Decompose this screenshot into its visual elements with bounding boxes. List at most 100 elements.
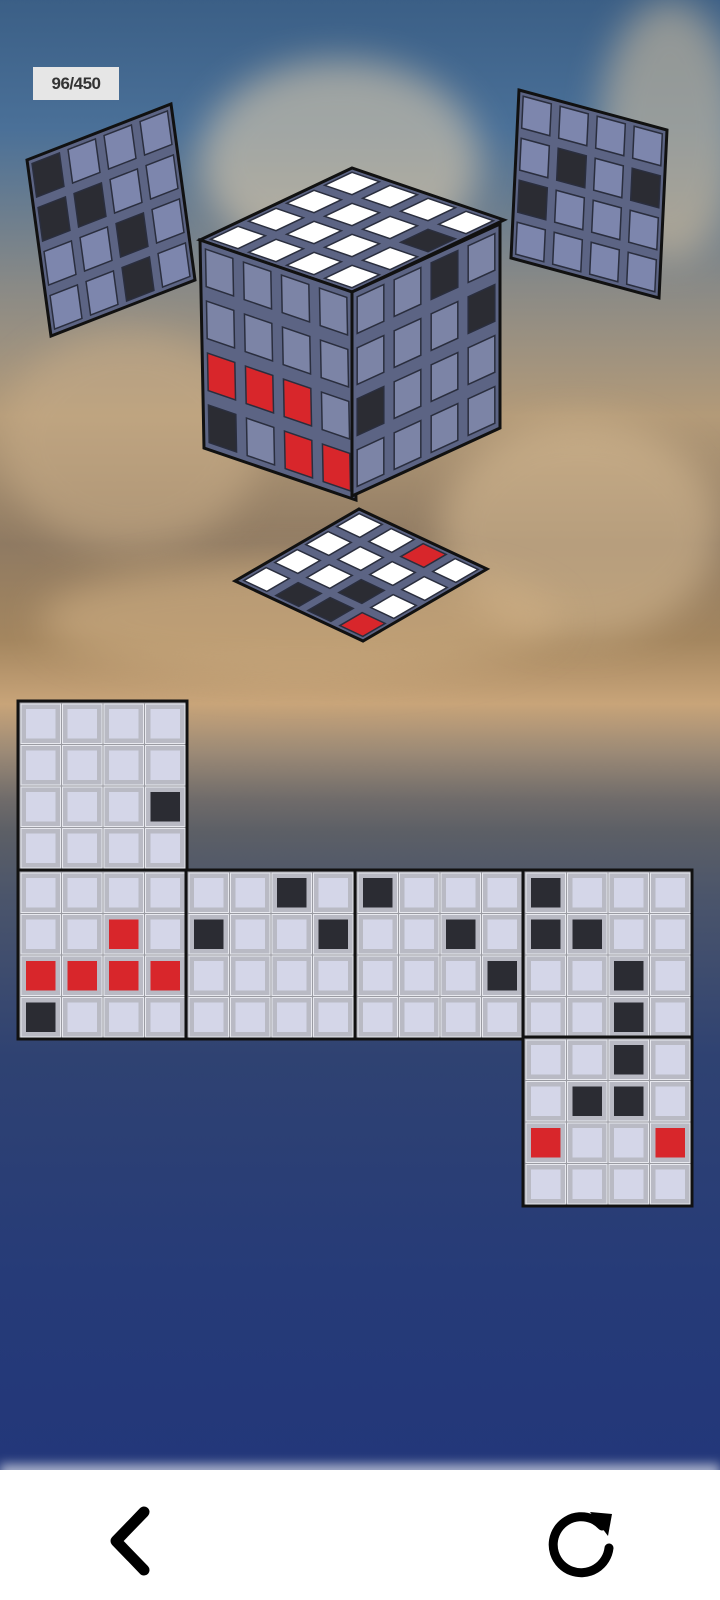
net-cell: [318, 919, 348, 949]
net-cell: [150, 792, 180, 822]
net-cell: [614, 1002, 644, 1032]
net-cell: [572, 878, 602, 908]
net-cell: [531, 1002, 561, 1032]
net-cell: [572, 919, 602, 949]
net-cell: [26, 750, 56, 780]
net-cell: [150, 750, 180, 780]
net-cell: [318, 878, 348, 908]
net-cell: [150, 709, 180, 739]
net-cell: [655, 1002, 685, 1032]
net-cell: [67, 709, 97, 739]
net-cell: [26, 709, 56, 739]
net-cell: [277, 1002, 307, 1032]
net-cell: [487, 1002, 517, 1032]
net-cell: [446, 919, 476, 949]
net-cell: [194, 878, 224, 908]
net-cell: [150, 1002, 180, 1032]
net-cell: [235, 961, 265, 991]
net-cell: [67, 750, 97, 780]
net-cell: [109, 792, 139, 822]
net-cell: [614, 919, 644, 949]
net-cell: [531, 1086, 561, 1116]
net-cell: [67, 961, 97, 991]
net-cell: [446, 878, 476, 908]
net-cell: [150, 919, 180, 949]
net-cell: [614, 878, 644, 908]
net-cell: [572, 1128, 602, 1158]
net-cell: [277, 919, 307, 949]
net-cell: [26, 1002, 56, 1032]
net-cell: [655, 1086, 685, 1116]
net-cell: [67, 919, 97, 949]
net-cell: [109, 961, 139, 991]
net-cell: [235, 1002, 265, 1032]
net-cell: [487, 961, 517, 991]
net-cell: [614, 1128, 644, 1158]
net-cell: [404, 961, 434, 991]
net-cell: [531, 1169, 561, 1199]
net-face-row-4: [521, 868, 694, 1041]
net-cell: [277, 878, 307, 908]
net-cell: [67, 792, 97, 822]
net-cell: [572, 961, 602, 991]
net-cell: [531, 878, 561, 908]
chevron-left-icon: [110, 1506, 150, 1576]
net-cell: [655, 1045, 685, 1075]
unfolded-cube-net: [16, 699, 694, 1208]
net-cell: [26, 792, 56, 822]
net-cell: [531, 1128, 561, 1158]
net-cell: [531, 1045, 561, 1075]
net-cell: [109, 1002, 139, 1032]
net-cell: [109, 750, 139, 780]
net-face-bottom: [521, 1035, 694, 1208]
net-cell: [235, 878, 265, 908]
net-cell: [572, 1169, 602, 1199]
net-cell: [194, 961, 224, 991]
net-cell: [614, 1169, 644, 1199]
net-cell: [404, 1002, 434, 1032]
net-face-row-2: [184, 868, 357, 1041]
net-cell: [446, 961, 476, 991]
net-cell: [655, 878, 685, 908]
net-cell: [572, 1045, 602, 1075]
net-cell: [26, 961, 56, 991]
restart-button[interactable]: [544, 1504, 620, 1580]
net-cell: [67, 833, 97, 863]
net-cell: [614, 1045, 644, 1075]
net-cell: [655, 1169, 685, 1199]
net-cell: [277, 961, 307, 991]
back-button[interactable]: [100, 1506, 160, 1576]
net-cell: [655, 961, 685, 991]
net-cell: [67, 1002, 97, 1032]
net-cell: [487, 919, 517, 949]
net-cell: [109, 709, 139, 739]
net-cell: [655, 919, 685, 949]
net-cell: [109, 919, 139, 949]
net-cell: [614, 1086, 644, 1116]
net-cell: [404, 919, 434, 949]
net-face-row-1: [16, 868, 189, 1041]
net-cell: [109, 833, 139, 863]
net-cell: [150, 878, 180, 908]
net-cell: [235, 919, 265, 949]
net-face-row-3: [353, 868, 526, 1041]
restart-icon: [548, 1512, 614, 1578]
net-cell: [531, 961, 561, 991]
net-cell: [67, 878, 97, 908]
net-cell: [363, 878, 393, 908]
net-cell: [614, 961, 644, 991]
net-cell: [26, 878, 56, 908]
net-cell: [150, 961, 180, 991]
net-cell: [363, 1002, 393, 1032]
net-cell: [26, 833, 56, 863]
net-cell: [404, 878, 434, 908]
net-cell: [194, 1002, 224, 1032]
net-cell: [194, 919, 224, 949]
net-cell: [318, 1002, 348, 1032]
net-cell: [363, 919, 393, 949]
net-cell: [318, 961, 348, 991]
net-cell: [26, 919, 56, 949]
net-cell: [655, 1128, 685, 1158]
net-cell: [531, 919, 561, 949]
net-cell: [572, 1002, 602, 1032]
